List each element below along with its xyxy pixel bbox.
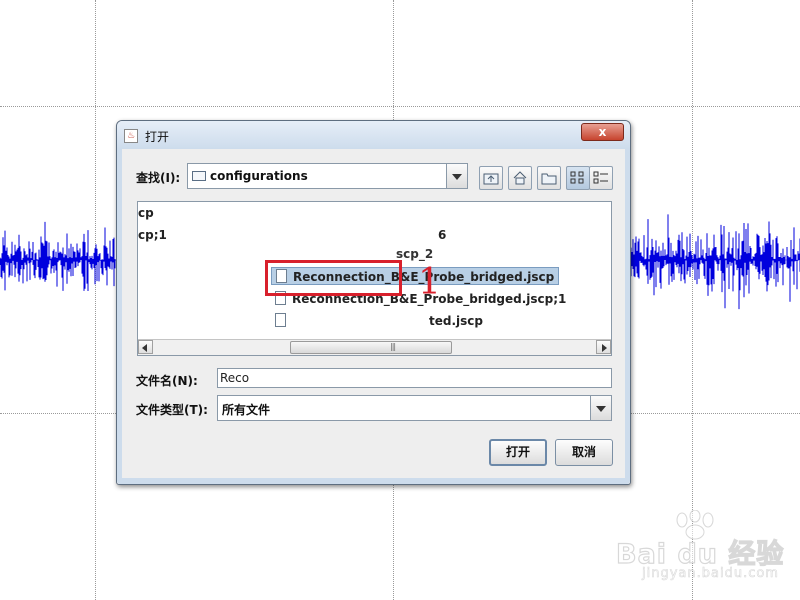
home-button[interactable] (508, 166, 532, 190)
new-folder-button[interactable] (537, 166, 561, 190)
up-one-level-button[interactable] (479, 166, 503, 190)
up-one-level-icon (483, 173, 499, 185)
cancel-button[interactable]: 取消 (555, 439, 613, 466)
details-view-button[interactable] (589, 166, 613, 190)
dialog-content: 查找(I): configurations cp cp;1 6 scp_2 Re… (123, 150, 624, 477)
horizontal-scrollbar[interactable]: ||| (138, 339, 611, 355)
chevron-down-icon[interactable] (590, 396, 611, 420)
filetype-label: 文件类型(T): (136, 403, 208, 417)
scroll-right-icon[interactable] (596, 340, 611, 354)
java-app-icon: ♨ (124, 129, 138, 143)
scrollbar-thumb[interactable] (290, 341, 452, 354)
grip-icon: ||| (390, 342, 396, 351)
filetype-value: 所有文件 (222, 403, 271, 417)
watermark-url: jingyan.baidu.com (642, 566, 779, 582)
look-in-label: 查找(I): (136, 171, 181, 185)
folder-icon (192, 171, 206, 181)
open-button[interactable]: 打开 (489, 439, 547, 466)
home-icon (513, 171, 527, 185)
scroll-left-icon[interactable] (138, 340, 153, 354)
list-item[interactable]: ted.jscp (275, 312, 483, 330)
look-in-value: configurations (210, 169, 308, 183)
list-item[interactable]: 6 (438, 226, 446, 244)
open-file-dialog: ♨ 打开 x 查找(I): configurations cp cp;1 6 s… (116, 120, 631, 485)
filename-label: 文件名(N): (136, 374, 198, 388)
list-view-button[interactable] (566, 166, 590, 190)
details-view-icon (593, 171, 608, 184)
close-button[interactable]: x (581, 123, 624, 141)
list-item[interactable]: cp (138, 204, 154, 222)
filename-input[interactable]: Reco (217, 368, 612, 388)
list-item[interactable]: cp;1 (138, 226, 167, 244)
new-folder-icon (541, 173, 557, 185)
look-in-dropdown[interactable]: configurations (187, 163, 468, 189)
annotation-highlight-box (265, 260, 402, 296)
dialog-title: 打开 (145, 130, 170, 144)
waveform-band (627, 214, 800, 310)
filetype-dropdown[interactable]: 所有文件 (217, 395, 612, 421)
waveform-band (0, 221, 119, 292)
chevron-down-icon[interactable] (446, 164, 467, 188)
baidu-jingyan-watermark: Bai du 经验 jingyan.baidu.com (612, 510, 797, 590)
dialog-titlebar: ♨ 打开 x (117, 121, 630, 149)
file-icon (275, 313, 286, 327)
list-view-icon (570, 171, 584, 184)
annotation-number: 1 (418, 262, 441, 303)
